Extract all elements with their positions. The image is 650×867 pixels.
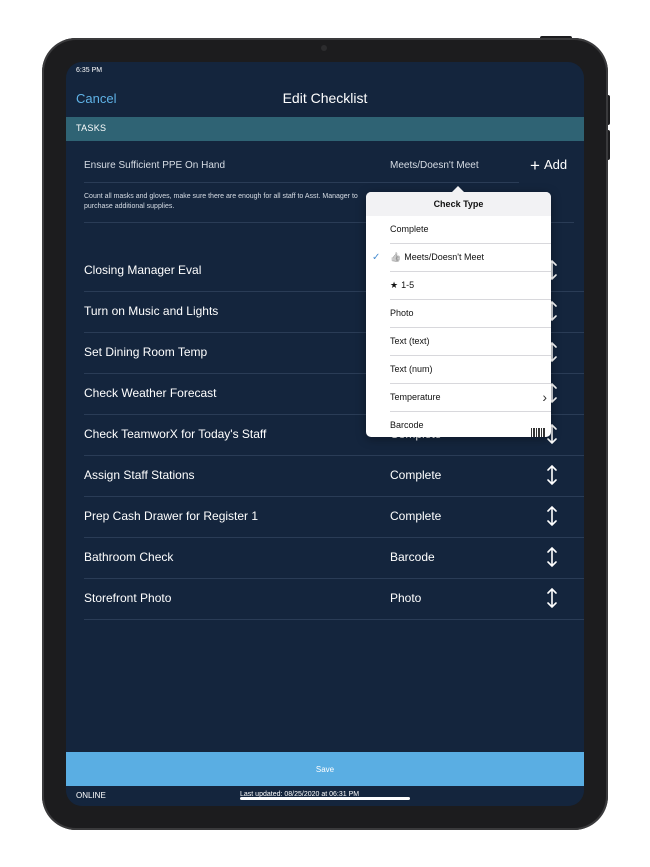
task-name: Storefront Photo xyxy=(84,591,172,605)
status-time: 6:35 PM xyxy=(76,67,103,74)
section-label: TASKS xyxy=(76,123,107,133)
task-check-type[interactable]: Complete xyxy=(390,468,441,482)
checkmark-icon: ✓ xyxy=(372,252,381,263)
task-name: Prep Cash Drawer for Register 1 xyxy=(84,509,259,523)
option-label: Temperature xyxy=(390,392,441,402)
save-label: Save xyxy=(315,765,335,774)
task-row[interactable]: Bathroom Check Barcode xyxy=(84,537,584,579)
task-name: Turn on Music and Lights xyxy=(84,304,219,318)
footer-bar: ONLINE Last updated: 08/25/2020 at 06:31… xyxy=(66,786,584,806)
task-name: Set Dining Room Temp xyxy=(84,345,208,359)
thumbs-up-icon: 👍 xyxy=(390,252,402,262)
reorder-handle-icon[interactable] xyxy=(545,504,559,528)
task-name: Assign Staff Stations xyxy=(84,468,195,482)
option-label: Meets/Doesn't Meet xyxy=(404,252,484,262)
reorder-handle-icon[interactable] xyxy=(545,463,559,487)
star-icon: ★ xyxy=(390,280,399,290)
task-check-type[interactable]: Barcode xyxy=(390,550,435,564)
task-check-type[interactable]: Complete xyxy=(390,509,441,523)
task-row[interactable]: Storefront Photo Photo xyxy=(84,578,584,620)
option-label: 1-5 xyxy=(401,280,415,290)
reorder-handle-icon[interactable] xyxy=(545,545,559,569)
task-row[interactable]: Prep Cash Drawer for Register 1 Complete xyxy=(84,496,584,538)
check-type-option[interactable]: ★ 1-5 xyxy=(390,272,551,300)
barcode-icon xyxy=(531,421,545,448)
task-name: Bathroom Check xyxy=(84,550,174,564)
check-type-option[interactable]: Text (text) xyxy=(390,328,551,356)
reorder-handle-icon[interactable] xyxy=(545,586,559,610)
check-type-option[interactable]: Complete xyxy=(390,216,551,244)
divider xyxy=(84,182,519,183)
plus-icon: + xyxy=(530,156,540,175)
task-check-type[interactable]: Meets/Doesn't Meet xyxy=(390,160,479,171)
task-check-type[interactable]: Photo xyxy=(390,591,421,605)
task-name[interactable]: Ensure Sufficient PPE On Hand xyxy=(84,160,225,171)
task-row[interactable]: Assign Staff Stations Complete xyxy=(84,455,584,497)
tasks-section-header: TASKS xyxy=(66,117,584,141)
save-button[interactable]: Save xyxy=(66,752,584,786)
check-type-option[interactable]: Photo xyxy=(390,300,551,328)
check-type-option[interactable]: Barcode xyxy=(390,412,551,439)
check-type-popover: Check Type Complete ✓ 👍 Meets/Doesn't Meet ★… xyxy=(366,186,551,439)
check-type-option[interactable]: Temperature › xyxy=(390,384,551,412)
task-name: Check Weather Forecast xyxy=(84,386,217,400)
task-name: Check TeamworX for Today's Staff xyxy=(84,427,267,441)
page-title: Edit Checklist xyxy=(282,90,368,106)
option-label: Text (text) xyxy=(390,336,430,346)
nav-bar: Cancel Edit Checklist xyxy=(66,82,584,116)
add-label: Add xyxy=(543,157,568,172)
popover-title: Check Type xyxy=(366,192,551,216)
option-label: Barcode xyxy=(390,420,424,430)
chevron-right-icon: › xyxy=(542,389,547,405)
camera xyxy=(321,45,327,51)
check-type-list: Complete ✓ 👍 Meets/Doesn't Meet ★ 1-5 Photo Tex… xyxy=(366,216,551,439)
add-button[interactable]: + Add xyxy=(530,156,567,176)
option-label: Photo xyxy=(390,308,414,318)
connection-status: ONLINE xyxy=(76,791,106,800)
task-name: Closing Manager Eval xyxy=(84,263,202,277)
option-label: Complete xyxy=(390,224,429,234)
task-description[interactable]: Count all masks and gloves, make sure th… xyxy=(84,192,384,212)
home-indicator[interactable] xyxy=(240,797,410,800)
check-type-option[interactable]: Text (num) xyxy=(390,356,551,384)
popover-arrow xyxy=(451,186,465,193)
option-label: Text (num) xyxy=(390,364,433,374)
check-type-option[interactable]: ✓ 👍 Meets/Doesn't Meet xyxy=(372,244,551,272)
